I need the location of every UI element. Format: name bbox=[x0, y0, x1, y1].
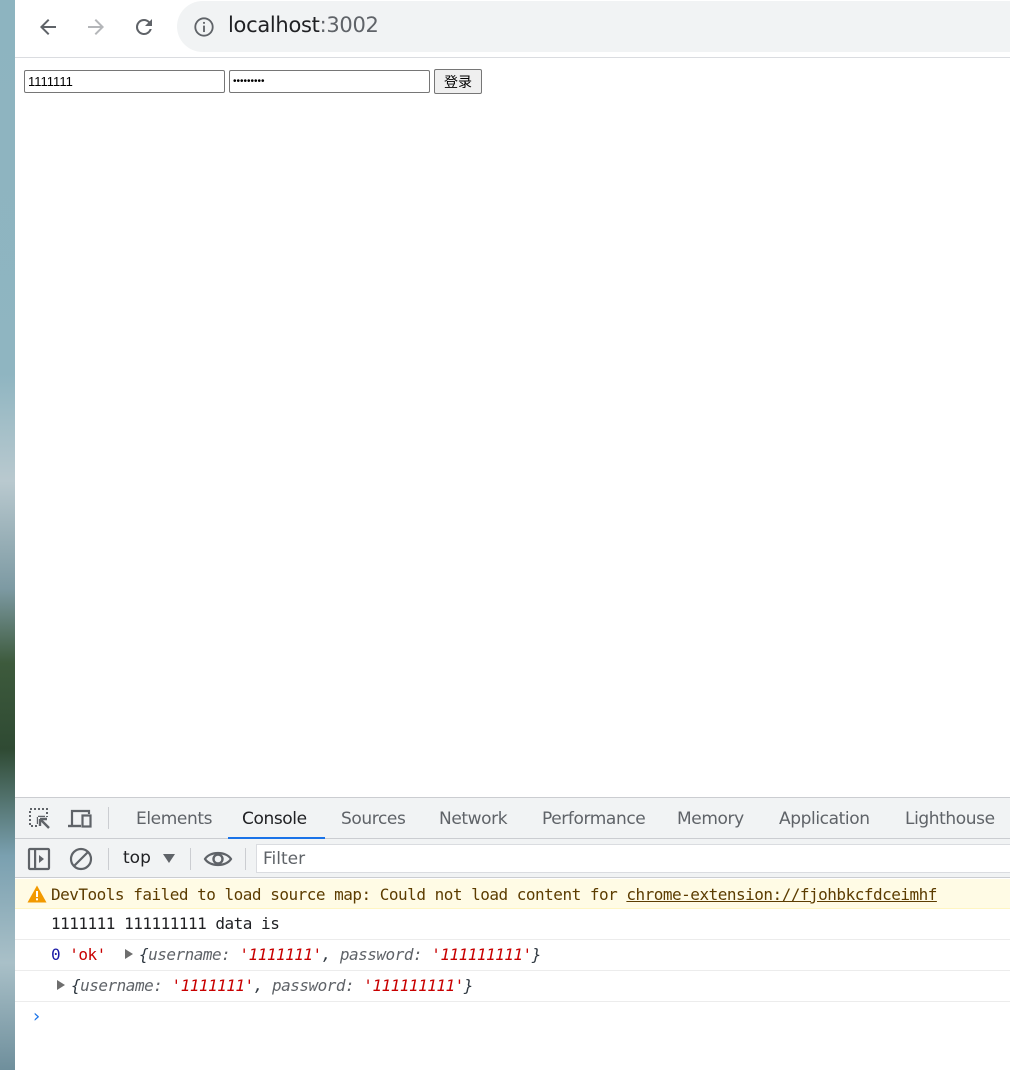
warning-icon bbox=[27, 885, 47, 903]
warning-text: DevTools failed to load source map: Coul… bbox=[51, 885, 627, 904]
brace: } bbox=[531, 945, 542, 964]
browser-toolbar: localhost:3002 bbox=[15, 0, 1010, 58]
brace: } bbox=[463, 976, 474, 995]
console-log: 0 'ok' {username: '1111111', password: '… bbox=[15, 940, 1010, 971]
address-bar[interactable]: localhost:3002 bbox=[177, 1, 1010, 52]
expand-triangle-icon[interactable] bbox=[57, 980, 65, 990]
object-value: '111111111' bbox=[363, 976, 464, 995]
console-log: 1111111 111111111 data is bbox=[15, 909, 1010, 940]
object-value: '111111111' bbox=[431, 945, 532, 964]
page-content: 登录 bbox=[15, 59, 1010, 797]
tab-sources[interactable]: Sources bbox=[341, 798, 406, 838]
url-port: :3002 bbox=[319, 13, 379, 37]
toolbar-divider bbox=[245, 848, 246, 870]
info-icon[interactable] bbox=[193, 16, 215, 38]
object-value: '1111111' bbox=[171, 976, 254, 995]
login-button[interactable]: 登录 bbox=[434, 69, 482, 94]
devtools-panel: Elements Console Sources Network Perform… bbox=[15, 797, 1010, 1070]
brace: { bbox=[71, 976, 81, 995]
inspect-element-button[interactable] bbox=[27, 806, 53, 832]
object-value: '1111111' bbox=[239, 945, 322, 964]
object-key: password: bbox=[271, 976, 364, 995]
live-expression-button[interactable] bbox=[203, 846, 233, 872]
back-button[interactable] bbox=[30, 9, 66, 45]
log-text: 1111111 111111111 data is bbox=[51, 914, 280, 933]
tab-memory[interactable]: Memory bbox=[677, 798, 744, 838]
device-toolbar-icon bbox=[68, 809, 92, 828]
tab-console[interactable]: Console bbox=[228, 798, 325, 839]
object-key: password: bbox=[339, 945, 432, 964]
desktop-wallpaper bbox=[0, 0, 15, 1070]
inspect-element-icon bbox=[29, 808, 52, 831]
browser-window: localhost:3002 登录 bbox=[15, 0, 1010, 1070]
clear-console-button[interactable] bbox=[68, 846, 94, 872]
separator: , bbox=[321, 945, 340, 964]
toolbar-divider bbox=[190, 848, 191, 870]
username-input[interactable] bbox=[24, 70, 225, 93]
object-key: username: bbox=[148, 945, 240, 964]
log-object[interactable]: {username: '1111111', password: '1111111… bbox=[71, 976, 473, 995]
context-selector[interactable]: top bbox=[123, 848, 151, 868]
reload-icon bbox=[135, 18, 152, 35]
separator: , bbox=[253, 976, 272, 995]
sidebar-icon bbox=[27, 847, 51, 871]
tab-elements[interactable]: Elements bbox=[136, 798, 212, 838]
log-string: 'ok' bbox=[69, 945, 106, 964]
forward-button[interactable] bbox=[78, 9, 114, 45]
toolbar-divider bbox=[108, 807, 109, 829]
toolbar-divider bbox=[108, 848, 109, 870]
tab-application[interactable]: Application bbox=[779, 798, 870, 838]
object-key: username: bbox=[80, 976, 172, 995]
log-number: 0 bbox=[51, 945, 61, 964]
brace: { bbox=[138, 945, 149, 964]
reload-button[interactable] bbox=[126, 9, 162, 45]
caret-down-icon[interactable] bbox=[163, 854, 175, 863]
device-toolbar-button[interactable] bbox=[67, 806, 93, 832]
console-warning: DevTools failed to load source map: Coul… bbox=[15, 879, 1010, 909]
tab-performance[interactable]: Performance bbox=[542, 798, 646, 838]
url-host: localhost bbox=[228, 13, 320, 37]
expand-triangle-icon[interactable] bbox=[124, 949, 133, 959]
eye-icon bbox=[203, 851, 233, 867]
console-filter-input[interactable] bbox=[256, 844, 1010, 873]
console-prompt[interactable]: › bbox=[15, 1002, 1010, 1036]
tab-lighthouse[interactable]: Lighthouse bbox=[905, 798, 995, 838]
tab-network[interactable]: Network bbox=[439, 798, 508, 838]
log-object[interactable]: {username: '1111111', password: '1111111… bbox=[139, 945, 541, 964]
console-log: {username: '1111111', password: '1111111… bbox=[15, 971, 1010, 1002]
devtools-tabbar: Elements Console Sources Network Perform… bbox=[15, 798, 1010, 839]
password-input[interactable] bbox=[229, 70, 430, 93]
arrow-right-icon bbox=[88, 19, 104, 35]
show-sidebar-button[interactable] bbox=[26, 846, 52, 872]
warning-link[interactable]: chrome-extension://fjohbkcfdceimhf bbox=[626, 885, 937, 904]
arrow-left-icon bbox=[40, 19, 56, 35]
prompt-chevron-icon: › bbox=[33, 1006, 40, 1027]
block-icon bbox=[69, 847, 93, 871]
console-toolbar: top bbox=[15, 839, 1010, 878]
url-text: localhost:3002 bbox=[228, 13, 379, 37]
console-messages: DevTools failed to load source map: Coul… bbox=[15, 879, 1010, 1036]
